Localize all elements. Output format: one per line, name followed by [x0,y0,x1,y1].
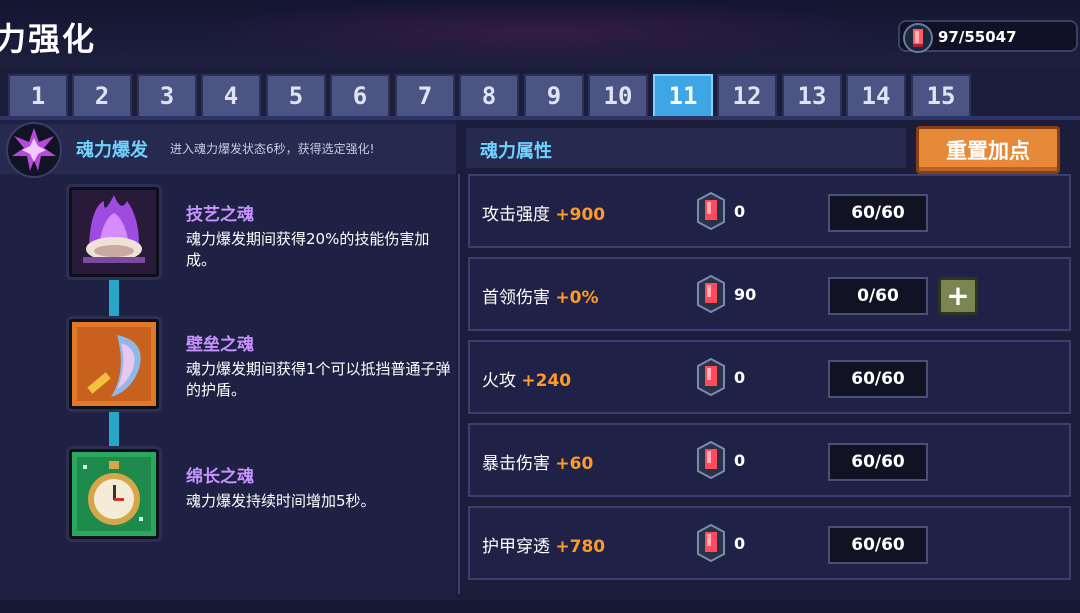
currency-value: 97/55047 [938,28,1017,46]
soul-gem-icon [696,440,726,483]
attribute-bonus: +240 [521,371,572,391]
tab-1[interactable]: 1 [8,74,68,116]
attribute-name: 护甲穿透 +780 [482,537,606,557]
attribute-row-crit-damage: 暴击伤害 +60 0 60/60 [468,423,1071,497]
level-tabs: 1 2 3 4 5 6 7 8 9 10 11 12 13 14 15 [8,74,1080,118]
skill-chain-connector [109,278,119,318]
attribute-cost: 90 [734,285,757,304]
tab-8[interactable]: 8 [459,74,519,116]
currency-display: 97/55047 [898,20,1078,53]
attribute-row-attack: 攻击强度 +900 0 60/60 [468,174,1071,248]
soul-gem-icon [696,523,726,566]
skill-node-description: 魂力爆发期间获得1个可以抵挡普通子弹的护盾。 [186,360,451,399]
tab-4[interactable]: 4 [201,74,261,116]
tab-2[interactable]: 2 [72,74,132,116]
purple-flame-shell-icon [69,190,159,281]
attribute-bonus: +0% [555,288,599,308]
tab-13[interactable]: 13 [782,74,842,116]
shield-icon [69,322,159,413]
stopwatch-icon [69,452,159,543]
soul-gem-icon [902,22,934,58]
soul-burst-description: 进入魂力爆发状态6秒，获得选定强化! [170,142,375,156]
tab-5[interactable]: 5 [266,74,326,116]
tab-6[interactable]: 6 [330,74,390,116]
skill-node-bulwark-soul[interactable] [66,316,162,412]
attribute-level: 60/60 [828,360,928,398]
soul-burst-title: 魂力爆发 [76,140,148,161]
page-title: 力强化 [0,20,97,58]
attribute-name: 火攻 +240 [482,371,572,391]
skill-node-craft-soul[interactable] [66,184,162,280]
attribute-row-boss-damage: 首领伤害 +0% 90 0/60 + [468,257,1071,331]
attribute-name: 攻击强度 +900 [482,205,606,225]
soul-gem-icon [696,357,726,400]
soul-gem-icon [696,191,726,234]
attribute-name: 暴击伤害 +60 [482,454,594,474]
soul-burst-icon [6,122,62,178]
add-point-button[interactable]: + [938,277,978,315]
attribute-level: 60/60 [828,443,928,481]
tab-9[interactable]: 9 [524,74,584,116]
attribute-level: 0/60 [828,277,928,315]
skill-node-endurance-soul[interactable] [66,446,162,542]
attribute-cost: 0 [734,451,746,470]
soul-gem-icon [696,274,726,317]
skill-chain-connector [109,412,119,448]
tab-10[interactable]: 10 [588,74,648,116]
skill-node-description: 魂力爆发期间获得20%的技能伤害加成。 [186,230,430,269]
panel-divider [458,174,460,594]
tab-12[interactable]: 12 [717,74,777,116]
attribute-name: 首领伤害 +0% [482,288,599,308]
attribute-cost: 0 [734,534,746,553]
tab-11[interactable]: 11 [653,74,713,116]
reset-points-button[interactable]: 重置加点 [916,126,1060,174]
skill-node-name: 绵长之魂 [186,467,254,487]
attribute-cost: 0 [734,202,746,221]
skill-node-description: 魂力爆发持续时间增加5秒。 [186,492,376,510]
tab-7[interactable]: 7 [395,74,455,116]
attribute-bonus: +900 [555,205,606,225]
tab-3[interactable]: 3 [137,74,197,116]
attribute-row-armor-penetration: 护甲穿透 +780 0 60/60 [468,506,1071,580]
top-decoration [180,0,900,64]
skill-node-name: 壁垒之魂 [186,335,254,355]
attribute-level: 60/60 [828,526,928,564]
attributes-title: 魂力属性 [480,141,552,162]
attribute-bonus: +780 [555,537,606,557]
attribute-level: 60/60 [828,194,928,232]
tab-14[interactable]: 14 [846,74,906,116]
skill-node-name: 技艺之魂 [186,205,254,225]
attribute-cost: 0 [734,368,746,387]
bottom-edge [0,600,1080,613]
attribute-bonus: +60 [555,454,594,474]
tab-15[interactable]: 15 [911,74,971,116]
attribute-row-fire-attack: 火攻 +240 0 60/60 [468,340,1071,414]
